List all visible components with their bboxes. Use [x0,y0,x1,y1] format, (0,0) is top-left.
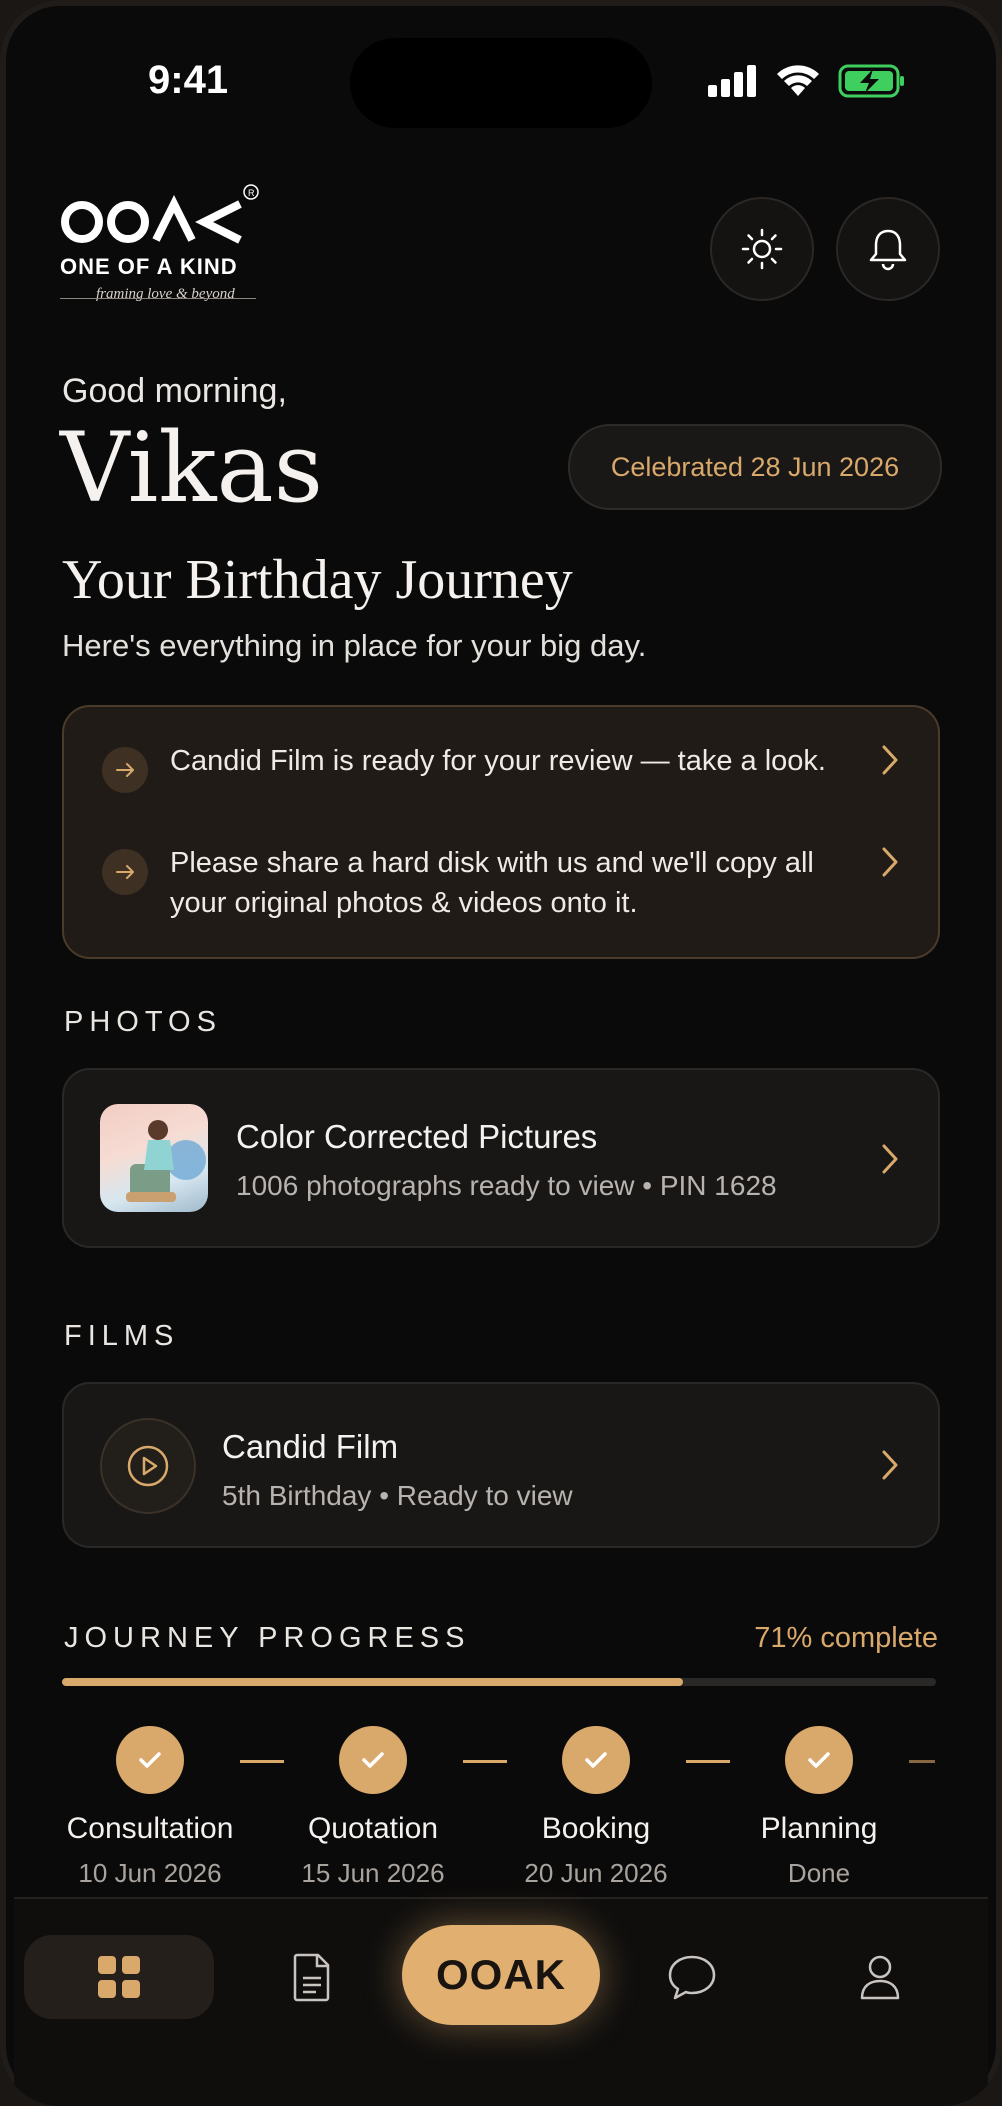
step-name: Quotation [307,1812,439,1845]
step-date: 20 Jun 2026 [524,1858,668,1888]
notice-text[interactable]: Please share a hard disk with us and we'… [170,843,860,923]
photos-card[interactable]: Color Corrected Pictures 1006 photograph… [62,1068,940,1248]
wifi-icon [777,65,819,96]
logo-tagline: framing love & beyond [96,286,235,302]
status-time: 9:41 [148,58,229,102]
arrow-right-icon [102,849,148,895]
grid-icon [98,1956,140,1998]
check-icon [339,1726,407,1794]
tab-documents[interactable] [272,1945,352,2009]
step-name: Consultation [66,1812,234,1845]
signal-icon [708,65,756,97]
step-connector [909,1760,935,1763]
check-icon [116,1726,184,1794]
films-card-subtitle: 5th Birthday • Ready to view [222,1480,573,1511]
bottom-tab-bar: OOAK [14,1897,988,2106]
step-date: Done [787,1858,851,1888]
progress-step: Consultation 10 Jun 2026 [50,1726,250,1889]
step-date: 15 Jun 2026 [301,1858,445,1888]
chevron-right-icon [882,1450,898,1480]
svg-text:R: R [248,188,255,198]
notice-item[interactable] [102,743,148,793]
journey-subtitle: Here's everything in place for your big … [62,628,647,663]
films-card[interactable]: Candid Film 5th Birthday • Ready to view [62,1382,940,1548]
center-logo-label: OOAK [436,1951,566,1998]
step-name: Booking [541,1812,651,1845]
progress-step: Booking 20 Jun 2026 [496,1726,696,1889]
progress-step: Planning Done [719,1726,919,1889]
journey-progress-percent: 71% complete [754,1622,938,1654]
notice-item[interactable] [102,845,148,895]
status-icons [708,64,906,98]
status-bar: 9:41 [0,0,1002,170]
theme-toggle-button[interactable] [710,197,814,301]
phone-screen: 9:41 R ONE OF A KIND framing love & beyo… [0,0,1002,2106]
greeting-salutation: Good morning, [62,372,287,410]
chat-icon [668,1955,716,2000]
notifications-button[interactable] [836,197,940,301]
logo-wordmark: ONE OF A KIND [60,254,238,279]
step-date: 10 Jun 2026 [78,1858,222,1888]
films-card-title: Candid Film [222,1428,399,1465]
logo-underline [60,298,256,299]
tab-chat[interactable] [652,1945,732,2009]
document-icon [293,1953,330,2002]
play-icon [100,1418,196,1514]
progress-fill [62,1678,683,1686]
battery-icon [838,64,904,98]
chevron-right-icon[interactable] [880,743,900,777]
chevron-right-icon [882,1144,898,1174]
chevron-right-icon[interactable] [880,845,900,879]
arrow-right-icon [102,747,148,793]
films-section-label: FILMS [64,1320,180,1352]
photos-section-label: PHOTOS [64,1006,222,1038]
journey-title: Your Birthday Journey [62,549,573,611]
photos-card-subtitle: 1006 photographs ready to view • PIN 162… [236,1170,777,1201]
progress-track [62,1678,936,1686]
photos-card-title: Color Corrected Pictures [236,1118,598,1155]
notice-card: Candid Film is ready for your review — t… [62,705,940,959]
user-icon [860,1955,900,2000]
dynamic-island [350,38,652,128]
tab-center-logo-button[interactable]: OOAK [402,1925,600,2025]
notice-text[interactable]: Candid Film is ready for your review — t… [170,741,860,781]
check-icon [785,1726,853,1794]
sun-icon [741,228,783,270]
step-name: Planning [760,1812,878,1845]
progress-step: Quotation 15 Jun 2026 [273,1726,473,1889]
check-icon [562,1726,630,1794]
journey-progress-label: JOURNEY PROGRESS [64,1622,471,1654]
celebrated-badge: Celebrated 28 Jun 2026 [568,424,942,510]
bell-icon [869,229,907,271]
tab-home[interactable] [24,1935,214,2019]
tab-profile[interactable] [840,1945,920,2009]
brand-logo: R ONE OF A KIND framing love & beyond [60,182,260,312]
user-name: Vikas [60,412,324,524]
photo-thumbnail [100,1104,208,1212]
